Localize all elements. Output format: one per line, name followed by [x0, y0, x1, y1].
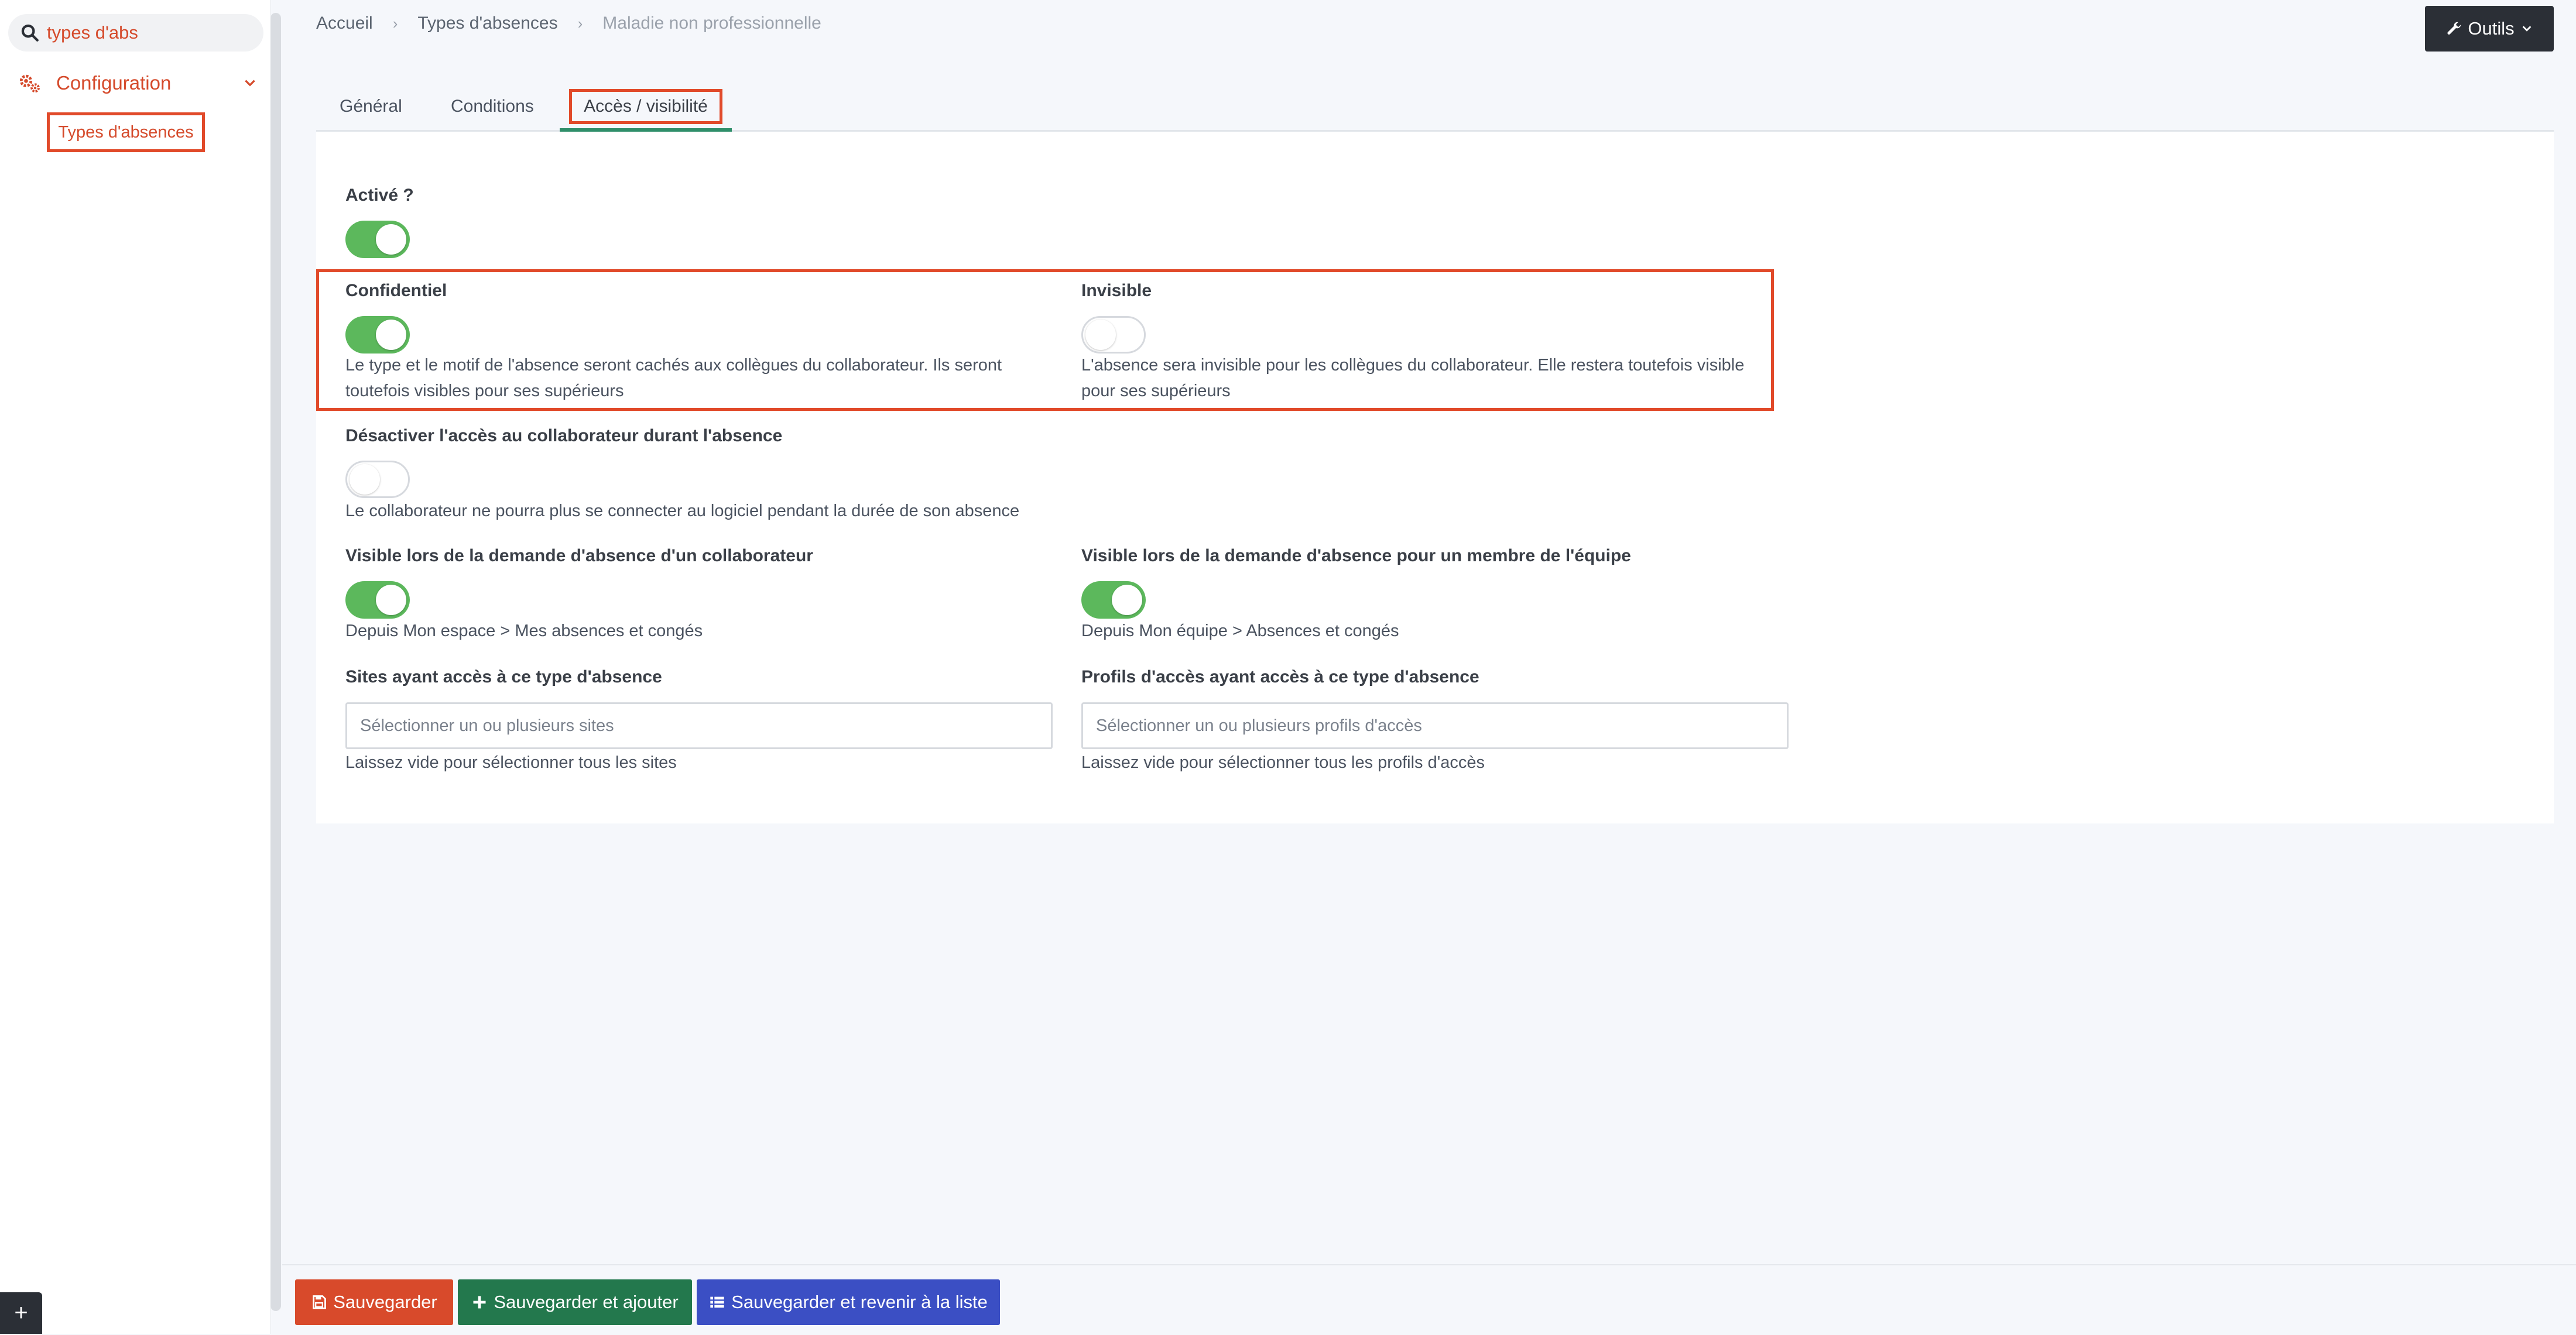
- toggle-knob: [376, 224, 406, 255]
- active-toggle[interactable]: [345, 221, 410, 258]
- invisible-help: L'absence sera invisible pour les collèg…: [1081, 352, 1766, 404]
- chevron-down-icon: [2522, 26, 2532, 32]
- tools-button[interactable]: Outils: [2425, 6, 2554, 52]
- active-label: Activé ?: [345, 186, 414, 205]
- chevron-down-icon: [245, 80, 255, 87]
- profiles-select[interactable]: Sélectionner un ou plusieurs profils d'a…: [1081, 702, 1789, 749]
- confidential-help: Le type et le motif de l'absence seront …: [345, 352, 1107, 404]
- tab-bar: Général Conditions Accès / visibilité: [316, 83, 2554, 132]
- confidential-invisible-group: Confidentiel Le type et le motif de l'ab…: [316, 269, 1774, 411]
- visible-collab-toggle[interactable]: [345, 581, 410, 619]
- visible-team-help: Depuis Mon équipe > Absences et congés: [1081, 622, 1399, 640]
- sites-select[interactable]: Sélectionner un ou plusieurs sites: [345, 702, 1053, 749]
- tab-access-visibility-label: Accès / visibilité: [569, 89, 722, 124]
- breadcrumb-current: Maladie non professionnelle: [602, 13, 821, 33]
- bottom-action-bar: Sauvegarder Sauvegarder et ajouter Sauve…: [282, 1264, 2576, 1335]
- sidebar-section-configuration[interactable]: Configuration: [16, 66, 262, 101]
- profiles-label: Profils d'accès ayant accès à ce type d'…: [1081, 667, 1479, 687]
- confidential-label: Confidentiel: [345, 281, 447, 300]
- confidential-help-line1: Le type et le motif de l'absence seront …: [345, 356, 1002, 375]
- list-icon: [710, 1296, 724, 1308]
- sidebar-scrollbar[interactable]: [270, 13, 281, 1311]
- confidential-toggle[interactable]: [345, 316, 410, 354]
- sidebar-section-label: Configuration: [56, 72, 172, 94]
- breadcrumb: Accueil › Types d'absences › Maladie non…: [316, 11, 821, 36]
- tools-button-label: Outils: [2468, 18, 2515, 39]
- invisible-help-line2: pour ses supérieurs: [1081, 382, 1231, 400]
- toggle-knob: [376, 585, 406, 615]
- toggle-knob: [1085, 320, 1116, 350]
- toggle-knob: [350, 464, 380, 495]
- invisible-help-line1: L'absence sera invisible pour les collèg…: [1081, 356, 1745, 375]
- plus-icon: [473, 1296, 486, 1309]
- tab-general[interactable]: Général: [340, 83, 402, 130]
- visible-collab-help: Depuis Mon espace > Mes absences et cong…: [345, 622, 703, 640]
- visible-collab-label: Visible lors de la demande d'absence d'u…: [345, 546, 813, 565]
- disable-access-help: Le collaborateur ne pourra plus se conne…: [345, 502, 1020, 520]
- chevron-right-icon: ›: [392, 14, 398, 32]
- sidebar-search[interactable]: [8, 14, 263, 52]
- invisible-label: Invisible: [1081, 281, 1152, 300]
- breadcrumb-home[interactable]: Accueil: [316, 13, 373, 33]
- save-and-add-button[interactable]: Sauvegarder et ajouter: [458, 1279, 692, 1325]
- profiles-help: Laissez vide pour sélectionner tous les …: [1081, 753, 1485, 772]
- floppy-disk-icon: [313, 1295, 327, 1309]
- sites-label: Sites ayant accès à ce type d'absence: [345, 667, 662, 687]
- add-corner-button[interactable]: +: [0, 1292, 42, 1334]
- save-and-return-button-label: Sauvegarder et revenir à la liste: [731, 1292, 988, 1312]
- sites-select-placeholder: Sélectionner un ou plusieurs sites: [360, 716, 614, 735]
- sites-help: Laissez vide pour sélectionner tous les …: [345, 753, 677, 772]
- save-button[interactable]: Sauvegarder: [295, 1279, 453, 1325]
- sidebar-item-label: Types d'absences: [58, 122, 194, 142]
- visible-team-toggle[interactable]: [1081, 581, 1146, 619]
- wrench-icon: [2447, 22, 2461, 35]
- tab-access-visibility[interactable]: Accès / visibilité: [560, 83, 732, 130]
- search-icon: [21, 24, 39, 42]
- save-and-return-button[interactable]: Sauvegarder et revenir à la liste: [697, 1279, 1000, 1325]
- gears-icon: [19, 74, 40, 93]
- toggle-knob: [1112, 585, 1142, 615]
- chevron-right-icon: ›: [577, 14, 583, 32]
- access-visibility-panel: Activé ? Confidentiel Le type et le moti…: [316, 132, 2554, 823]
- save-and-add-button-label: Sauvegarder et ajouter: [494, 1292, 679, 1312]
- sidebar: Configuration Types d'absences +: [0, 0, 271, 1334]
- sidebar-search-input[interactable]: [46, 22, 259, 44]
- tab-conditions[interactable]: Conditions: [451, 83, 534, 130]
- disable-access-label: Désactiver l'accès au collaborateur dura…: [345, 426, 783, 445]
- toggle-knob: [376, 320, 406, 350]
- confidential-help-line2: toutefois visibles pour ses supérieurs: [345, 382, 624, 400]
- profiles-select-placeholder: Sélectionner un ou plusieurs profils d'a…: [1096, 716, 1422, 735]
- save-button-label: Sauvegarder: [333, 1292, 437, 1312]
- breadcrumb-types-absences[interactable]: Types d'absences: [417, 13, 557, 33]
- sidebar-item-types-absences[interactable]: Types d'absences: [47, 112, 205, 152]
- disable-access-toggle[interactable]: [345, 461, 410, 498]
- visible-team-label: Visible lors de la demande d'absence pou…: [1081, 546, 1631, 565]
- invisible-toggle[interactable]: [1081, 316, 1146, 354]
